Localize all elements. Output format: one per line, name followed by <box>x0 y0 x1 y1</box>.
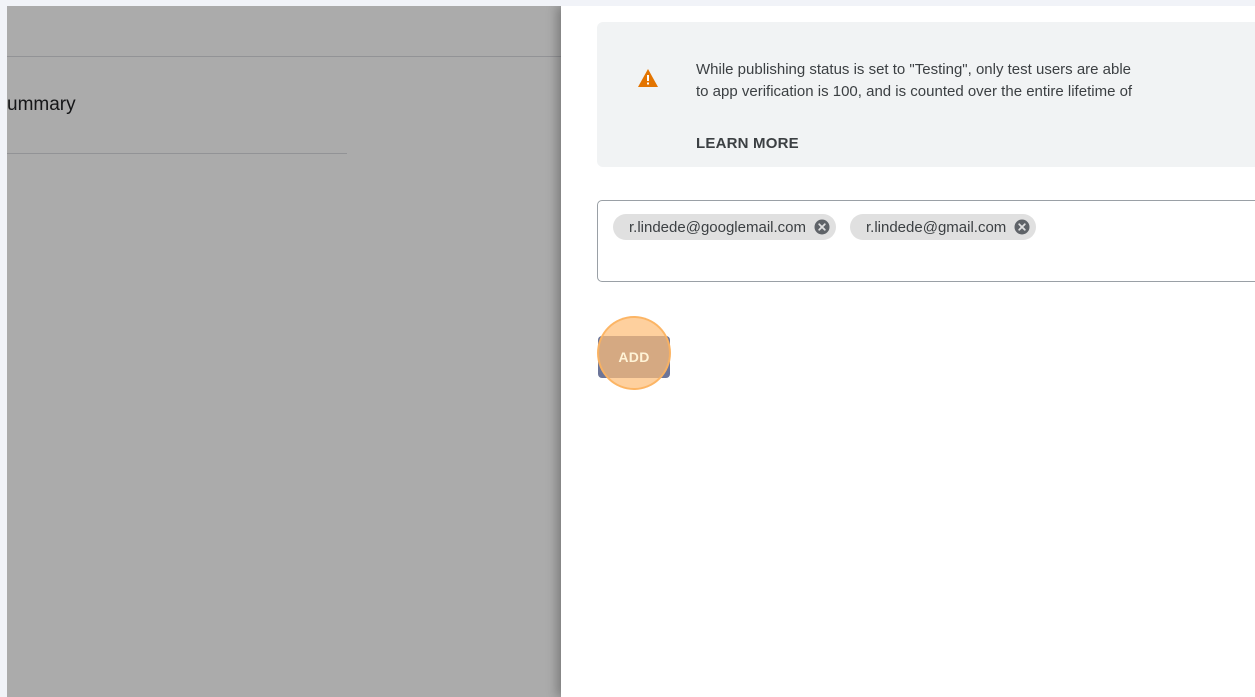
screen: ummary While publishing status is set to… <box>7 6 1255 697</box>
email-chip: r.lindede@gmail.com <box>850 214 1037 240</box>
add-test-users-drawer: While publishing status is set to "Testi… <box>561 6 1255 697</box>
cancel-circle-icon[interactable] <box>1014 219 1030 235</box>
notice-line-1: While publishing status is set to "Testi… <box>696 61 1132 78</box>
add-button[interactable] <box>598 336 670 378</box>
warning-icon <box>638 69 658 87</box>
test-user-email-input[interactable]: r.lindede@googlemail.com r.lindede@gmail… <box>597 200 1255 282</box>
email-chip-label: r.lindede@gmail.com <box>866 218 1007 236</box>
testing-status-notice: While publishing status is set to "Testi… <box>597 22 1255 167</box>
email-chip-list: r.lindede@googlemail.com r.lindede@gmail… <box>613 214 1037 240</box>
email-chip: r.lindede@googlemail.com <box>613 214 836 240</box>
notice-message: While publishing status is set to "Testi… <box>696 59 1255 103</box>
notice-line-2: to app verification is 100, and is count… <box>696 83 1133 100</box>
learn-more-link[interactable]: LEARN MORE <box>696 135 799 152</box>
modal-scrim[interactable] <box>7 6 561 697</box>
cancel-circle-icon[interactable] <box>814 219 830 235</box>
email-chip-label: r.lindede@googlemail.com <box>629 218 806 236</box>
